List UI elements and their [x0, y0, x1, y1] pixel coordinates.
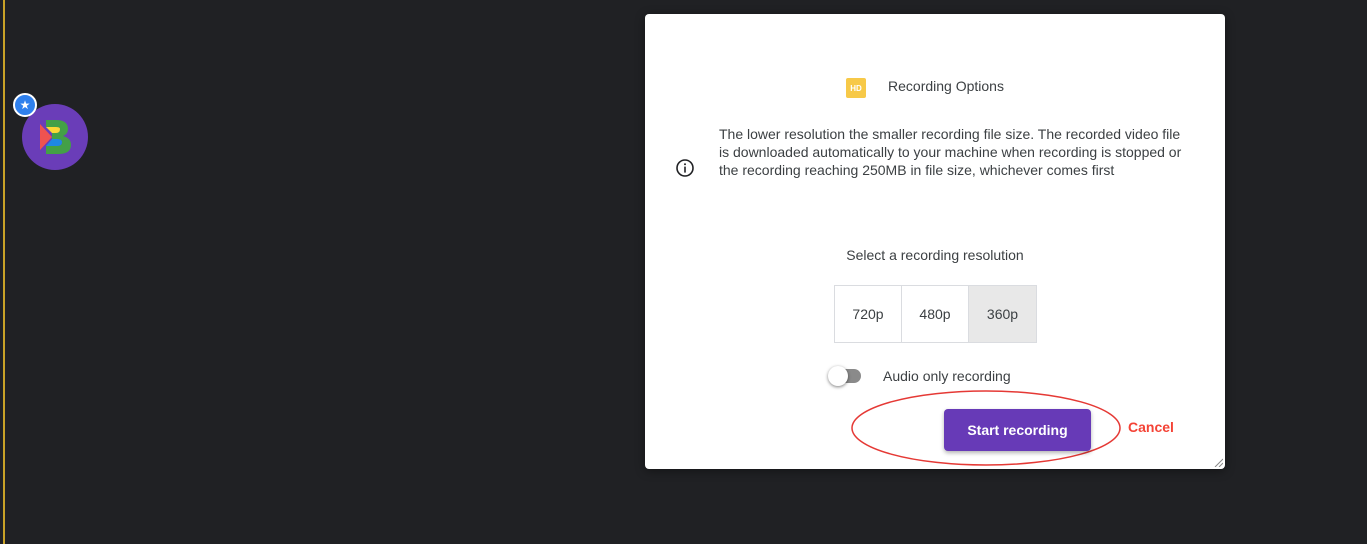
cancel-button[interactable]: Cancel: [1128, 419, 1174, 435]
hd-badge-icon: HD: [846, 78, 867, 98]
start-recording-button[interactable]: Start recording: [944, 409, 1091, 451]
toggle-knob: [828, 366, 848, 386]
resolution-label: Select a recording resolution: [846, 247, 1024, 263]
star-icon: ★: [13, 93, 37, 117]
info-icon: [676, 159, 694, 177]
resolution-480p-button[interactable]: 480p: [902, 286, 969, 342]
info-text: The lower resolution the smaller recordi…: [719, 126, 1182, 178]
audio-only-row: Audio only recording: [828, 366, 1011, 386]
resolution-360p-button[interactable]: 360p: [969, 286, 1036, 342]
dialog-header: HD Recording Options: [645, 74, 1225, 98]
resize-handle-icon[interactable]: [1213, 457, 1223, 467]
resolution-720p-button[interactable]: 720p: [835, 286, 902, 342]
dialog-title: Recording Options: [888, 78, 1004, 94]
window-edge-border: [3, 0, 5, 544]
audio-only-toggle[interactable]: [828, 366, 861, 386]
resolution-toggle-group: 720p 480p 360p: [834, 285, 1037, 343]
audio-only-label: Audio only recording: [883, 368, 1011, 384]
recording-options-dialog: HD Recording Options The lower resolutio…: [645, 14, 1225, 469]
